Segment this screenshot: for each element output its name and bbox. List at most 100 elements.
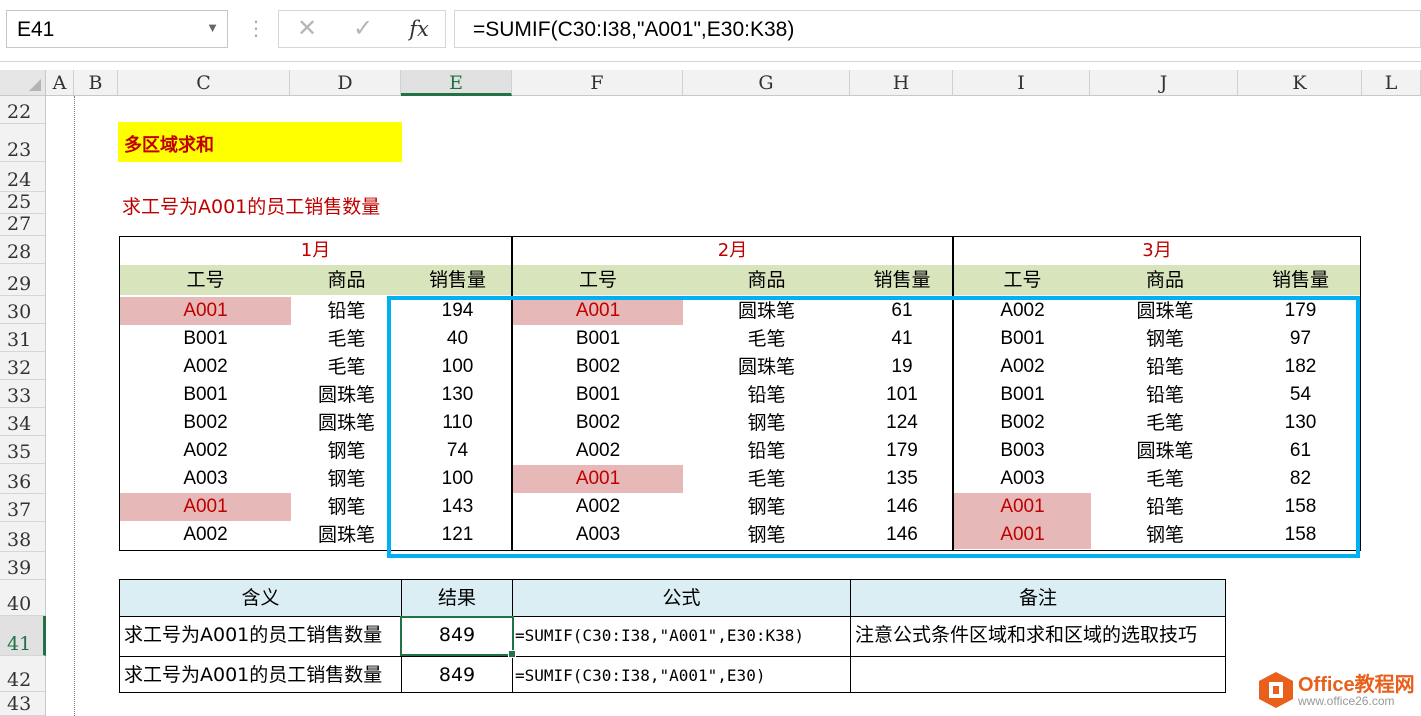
summary-result-cell[interactable]: 849	[401, 656, 513, 693]
table-header-row: 工号 商品 销售量	[954, 265, 1360, 295]
row-header-30[interactable]: 30	[0, 296, 46, 324]
product-cell[interactable]: 圆珠笔	[291, 521, 402, 549]
product-cell[interactable]: 钢笔	[291, 493, 402, 521]
employee-id-cell[interactable]: A001	[120, 297, 291, 325]
row-header-39[interactable]: 39	[0, 552, 46, 580]
header-cell[interactable]: 工号	[513, 265, 683, 295]
section-title-cell[interactable]: 多区域求和	[118, 122, 402, 162]
column-header-g[interactable]: G	[683, 70, 850, 96]
summary-formula-cell[interactable]: =SUMIF(C30:I38,"A001",E30:K38)	[512, 616, 851, 657]
row-header-41[interactable]: 41	[0, 616, 46, 656]
watermark-line1: Office教程网	[1298, 674, 1415, 696]
name-box[interactable]: E41 ▼	[6, 10, 228, 48]
product-cell[interactable]: 毛笔	[291, 325, 402, 353]
name-box-value: E41	[17, 18, 55, 41]
watermark-line2: www.office26.com	[1298, 694, 1395, 708]
employee-id-cell[interactable]: B001	[120, 325, 291, 353]
employee-id-cell[interactable]: A003	[120, 465, 291, 493]
employee-id-cell[interactable]: A001	[120, 493, 291, 521]
page-break-line	[74, 96, 75, 716]
product-cell[interactable]: 圆珠笔	[291, 381, 402, 409]
row-header-43[interactable]: 43	[0, 692, 46, 716]
column-header-a[interactable]: A	[46, 70, 74, 96]
column-header-k[interactable]: K	[1238, 70, 1362, 96]
cancel-icon[interactable]: ✕	[287, 14, 327, 44]
header-cell[interactable]: 销售量	[850, 265, 954, 295]
row-number: 29	[7, 273, 32, 295]
row-header-24[interactable]: 24	[0, 162, 46, 192]
column-header-h[interactable]: H	[850, 70, 953, 96]
employee-id-cell[interactable]: A002	[120, 353, 291, 381]
row-header-42[interactable]: 42	[0, 656, 46, 692]
summary-note-cell[interactable]	[850, 656, 1226, 693]
column-header-c[interactable]: C	[118, 70, 290, 96]
column-header-l[interactable]: L	[1362, 70, 1421, 96]
header-cell[interactable]: 商品	[291, 265, 402, 295]
header-cell[interactable]: 销售量	[402, 265, 513, 295]
employee-id-cell[interactable]: B001	[120, 381, 291, 409]
enter-icon[interactable]: ✓	[343, 14, 383, 44]
month-title[interactable]: 2月	[513, 237, 952, 265]
summary-header-note[interactable]: 备注	[850, 579, 1226, 617]
product-cell[interactable]: 钢笔	[291, 465, 402, 493]
row-header-27[interactable]: 27	[0, 214, 46, 236]
row-header-32[interactable]: 32	[0, 352, 46, 380]
insert-function-icon[interactable]: fx	[399, 14, 439, 44]
product-cell[interactable]: 毛笔	[291, 353, 402, 381]
row-number: 25	[7, 192, 32, 213]
header-cell[interactable]: 销售量	[1239, 265, 1362, 295]
summary-note-cell[interactable]: 注意公式条件区域和求和区域的选取技巧	[850, 616, 1226, 657]
row-header-34[interactable]: 34	[0, 408, 46, 436]
row-header-25[interactable]: 25	[0, 192, 46, 214]
summary-meaning-cell[interactable]: 求工号为A001的员工销售数量	[119, 656, 402, 693]
row-header-35[interactable]: 35	[0, 436, 46, 464]
column-header-j[interactable]: J	[1090, 70, 1238, 96]
row-header-23[interactable]: 23	[0, 124, 46, 162]
row-header-37[interactable]: 37	[0, 494, 46, 522]
formula-input[interactable]: =SUMIF(C30:I38,"A001",E30:K38)	[454, 10, 1421, 48]
summary-formula-cell[interactable]: =SUMIF(C30:I38,"A001",E30)	[512, 656, 851, 693]
month-title[interactable]: 3月	[954, 237, 1360, 265]
row-header-29[interactable]: 29	[0, 264, 46, 296]
column-header-d[interactable]: D	[290, 70, 401, 96]
summary-header-result[interactable]: 结果	[401, 579, 513, 617]
row-header-38[interactable]: 38	[0, 522, 46, 552]
summary-header-meaning[interactable]: 含义	[119, 579, 402, 617]
select-all-corner[interactable]	[0, 70, 46, 96]
header-cell[interactable]: 工号	[954, 265, 1091, 295]
active-cell-E41[interactable]	[400, 616, 514, 656]
employee-id-cell[interactable]: A002	[120, 437, 291, 465]
employee-id-cell[interactable]: A002	[120, 521, 291, 549]
column-header-b[interactable]: B	[74, 70, 118, 96]
header-cell[interactable]: 商品	[1091, 265, 1239, 295]
row-header-33[interactable]: 33	[0, 380, 46, 408]
chevron-down-icon[interactable]: ▼	[206, 20, 219, 35]
header-cell[interactable]: 商品	[683, 265, 850, 295]
column-header-f[interactable]: F	[512, 70, 683, 96]
row-number: 32	[7, 357, 32, 379]
row-header-40[interactable]: 40	[0, 580, 46, 616]
employee-id-cell[interactable]: B002	[120, 409, 291, 437]
row-number: 23	[7, 139, 32, 161]
row-number: 40	[7, 593, 32, 615]
row-number: 39	[7, 557, 32, 579]
row-header-36[interactable]: 36	[0, 464, 46, 494]
product-cell[interactable]: 铅笔	[291, 297, 402, 325]
month-title[interactable]: 1月	[120, 237, 511, 265]
row-header-22[interactable]: 22	[0, 96, 46, 124]
summary-meaning-cell[interactable]: 求工号为A001的员工销售数量	[119, 616, 402, 657]
column-header-i[interactable]: I	[953, 70, 1090, 96]
row-header-28[interactable]: 28	[0, 236, 46, 264]
header-cell[interactable]: 工号	[120, 265, 291, 295]
product-cell[interactable]: 钢笔	[291, 437, 402, 465]
row-number: 37	[7, 499, 32, 521]
row-number: 31	[7, 329, 32, 351]
summary-header-formula[interactable]: 公式	[512, 579, 851, 617]
row-number: 28	[7, 241, 32, 263]
column-header-e[interactable]: E	[401, 70, 512, 96]
fill-handle[interactable]	[508, 650, 516, 658]
row-header-31[interactable]: 31	[0, 324, 46, 352]
product-cell[interactable]: 圆珠笔	[291, 409, 402, 437]
subtitle[interactable]: 求工号为A001的员工销售数量	[122, 192, 380, 219]
formula-text: =SUMIF(C30:I38,"A001",E30:K38)	[473, 18, 795, 41]
